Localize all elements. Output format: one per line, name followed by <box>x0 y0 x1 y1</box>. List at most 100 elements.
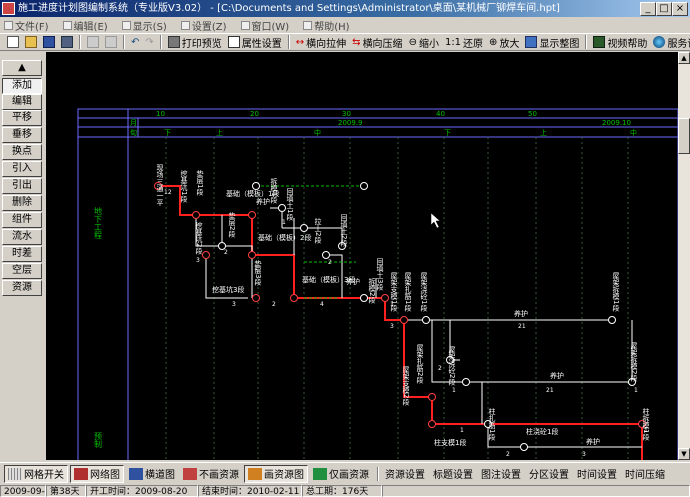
node-19[interactable] <box>422 316 430 324</box>
node-15[interactable] <box>300 224 308 232</box>
close-button[interactable]: × <box>672 2 688 16</box>
node-9[interactable] <box>400 316 408 324</box>
copy-button[interactable] <box>84 34 102 50</box>
time-settings-button[interactable]: 时间设置 <box>574 465 620 483</box>
edit-icon <box>62 20 72 30</box>
h-compress-button[interactable]: ⇆ 横向压缩 <box>349 34 405 50</box>
tool-lead-out[interactable]: 引出 <box>2 178 42 194</box>
resource-settings-button[interactable]: 资源设置 <box>382 465 428 483</box>
zoom-in-button[interactable]: ⊕ 放大 <box>486 34 522 50</box>
app-icon <box>2 2 15 15</box>
tool-move-h[interactable]: 平移 <box>2 110 42 126</box>
resource-only-button[interactable]: 仅画资源 <box>310 465 372 483</box>
duration: 3 <box>582 451 586 458</box>
tool-edit[interactable]: 编辑 <box>2 94 42 110</box>
menu-help[interactable]: 帮助(H) <box>303 18 350 33</box>
restore-icon: 1:1 <box>444 36 462 48</box>
task-label: 屋架浇砼1段 <box>420 272 428 313</box>
node-22[interactable] <box>462 378 470 386</box>
tool-group[interactable]: 组件 <box>2 212 42 228</box>
no-resource-button[interactable]: 不画资源 <box>180 465 242 483</box>
time-compress-button[interactable]: 时间压缩 <box>622 465 668 483</box>
duration: 4 <box>320 301 324 308</box>
zoom-out-button[interactable]: ⊖ 缩小 <box>406 34 442 50</box>
title-settings-button[interactable]: 标题设置 <box>430 465 476 483</box>
tool-lead-in[interactable]: 引入 <box>2 161 42 177</box>
paste-button[interactable] <box>102 34 120 50</box>
legend-settings-button[interactable]: 图注设置 <box>478 465 524 483</box>
node-6[interactable] <box>252 294 260 302</box>
tool-flow[interactable]: 流水 <box>2 229 42 245</box>
redo-button[interactable]: ↷ <box>142 34 156 50</box>
node-4[interactable] <box>202 251 210 259</box>
menu-edit[interactable]: 编辑(E) <box>62 18 108 33</box>
node-5[interactable] <box>248 251 256 259</box>
gantt-view-button[interactable]: 横道图 <box>126 465 178 483</box>
network-view-button[interactable]: 网络图 <box>70 464 124 483</box>
tool-swap-point[interactable]: 换点 <box>2 144 42 160</box>
node-8[interactable] <box>381 294 389 302</box>
menu-settings[interactable]: 设置(Z) <box>180 18 227 33</box>
task-label: 养护 <box>346 277 360 286</box>
forum-button[interactable]: 服务论坛 <box>650 34 690 50</box>
scroll-thumb[interactable] <box>678 118 690 154</box>
node-14[interactable] <box>278 204 286 212</box>
tool-empty-layer[interactable]: 空层 <box>2 263 42 279</box>
open-button[interactable] <box>22 34 40 50</box>
tool-float[interactable]: 时差 <box>2 246 42 262</box>
task-label: 屋架拆模2段 <box>630 342 638 383</box>
tool-delete[interactable]: 删除 <box>2 195 42 211</box>
duration: 2 <box>438 365 442 372</box>
task-label: 养护 <box>256 197 270 206</box>
node-3[interactable] <box>248 211 256 219</box>
scale-tick: 30 <box>342 110 351 118</box>
menu-window[interactable]: 窗口(W) <box>240 18 289 33</box>
node-17[interactable] <box>322 251 330 259</box>
tool-add[interactable]: 添加 <box>2 78 42 94</box>
page-setup-button[interactable]: 属性设置 <box>225 34 285 50</box>
undo-button[interactable]: ↶ <box>128 34 142 50</box>
node-7[interactable] <box>290 294 298 302</box>
menu-view[interactable]: 显示(S) <box>121 18 167 33</box>
node-2[interactable] <box>192 211 200 219</box>
tool-resource[interactable]: 资源 <box>2 280 42 296</box>
select-tool-button[interactable]: ▲ <box>2 60 42 76</box>
zone-settings-button[interactable]: 分区设置 <box>526 465 572 483</box>
show-full-button[interactable]: 显示整图 <box>522 34 582 50</box>
node-18[interactable] <box>360 294 368 302</box>
printer-icon <box>167 36 180 48</box>
node-27[interactable] <box>360 182 368 190</box>
h-stretch-button[interactable]: ↔ 横向拉伸 <box>293 34 349 50</box>
menu-file[interactable]: 文件(F) <box>4 18 49 33</box>
task-label: 挖基坑2段 <box>195 221 203 255</box>
task-label: 柱扎筋1段 <box>488 407 496 441</box>
draw-resource-button[interactable]: 画资源图 <box>244 464 308 483</box>
vertical-scrollbar[interactable]: ▲ ▼ <box>678 52 690 460</box>
tool-move-v[interactable]: 垂移 <box>2 127 42 143</box>
grid-toggle-button[interactable]: 网格开关 <box>4 464 68 483</box>
grid-icon <box>8 467 22 480</box>
restore-button[interactable]: 1:1 还原 <box>442 34 486 50</box>
node-25[interactable] <box>520 443 528 451</box>
activity-arrows <box>195 207 642 448</box>
task-label: 垫层2段 <box>228 211 236 238</box>
save-as-button[interactable] <box>58 34 76 50</box>
node-26[interactable] <box>252 182 260 190</box>
scroll-up-icon[interactable]: ▲ <box>678 52 690 64</box>
task-label: 屋架拆模1段 <box>612 272 620 313</box>
node-20[interactable] <box>608 316 616 324</box>
period-label: 中 <box>630 128 637 137</box>
maximize-button[interactable]: □ <box>656 2 672 16</box>
network-diagram[interactable]: 10 20 30 40 50 月 2009.9 2009.10 旬 下 上 中 … <box>46 52 678 460</box>
video-help-button[interactable]: 视频帮助 <box>590 34 650 50</box>
print-preview-button[interactable]: 打印预览 <box>165 34 225 50</box>
duration: 1 <box>390 301 394 308</box>
minimize-button[interactable]: _ <box>640 2 656 16</box>
scroll-down-icon[interactable]: ▼ <box>678 448 690 460</box>
new-button[interactable] <box>4 34 22 50</box>
full-view-icon <box>525 36 538 48</box>
network-diagram-canvas[interactable]: 10 20 30 40 50 月 2009.9 2009.10 旬 下 上 中 … <box>46 52 678 460</box>
node-11[interactable] <box>428 420 436 428</box>
node-10[interactable] <box>428 393 436 401</box>
save-button[interactable] <box>40 34 58 50</box>
